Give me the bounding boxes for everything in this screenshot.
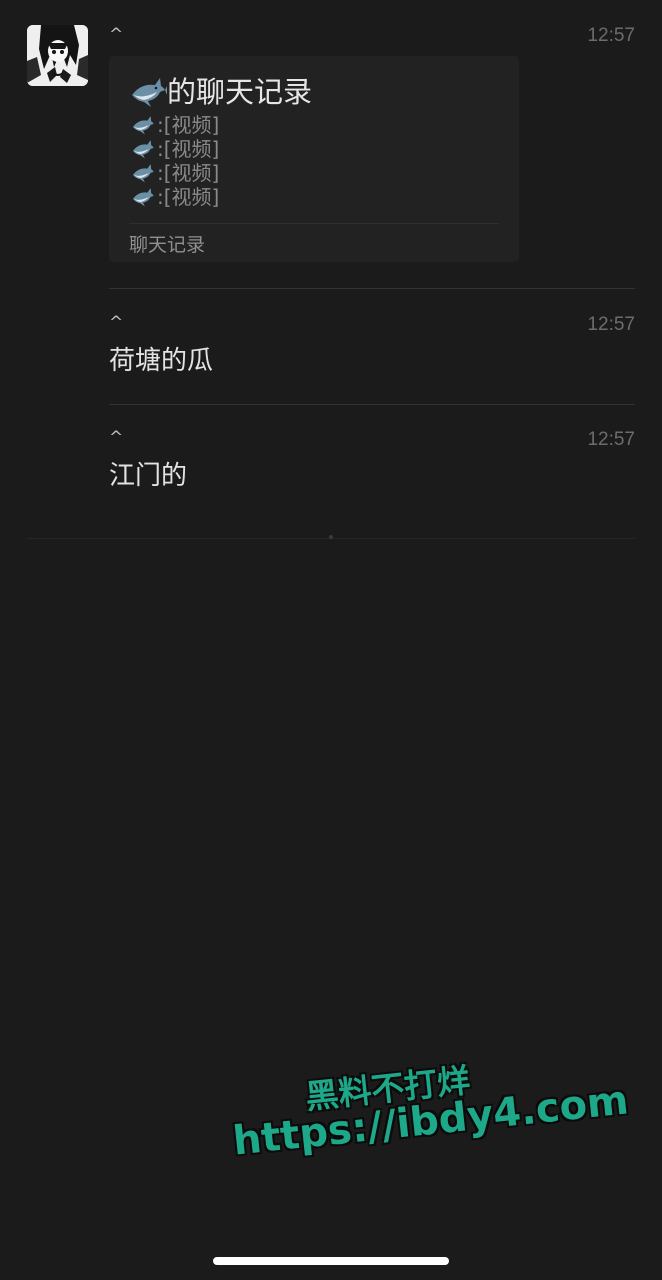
shark-icon bbox=[132, 140, 154, 159]
sender-avatar[interactable] bbox=[27, 25, 88, 86]
message-time: 12:57 bbox=[587, 429, 635, 450]
card-line-2: :[视频] bbox=[129, 137, 219, 161]
card-line-text: :[视频] bbox=[157, 137, 220, 161]
message-text: 荷塘的瓜 bbox=[109, 346, 214, 376]
shark-icon bbox=[132, 78, 167, 107]
card-title-text: 的聊天记录 bbox=[167, 75, 313, 109]
card-line-3: :[视频] bbox=[129, 161, 219, 185]
caret-icon: ^ bbox=[109, 313, 124, 333]
message-3[interactable]: ^ 12:57 江门的 bbox=[109, 428, 635, 498]
card-line-text: :[视频] bbox=[157, 161, 220, 185]
message-text: 江门的 bbox=[109, 461, 188, 491]
message-separator bbox=[109, 288, 635, 289]
card-line-4: :[视频] bbox=[129, 185, 219, 209]
card-line-text: :[视频] bbox=[157, 185, 220, 209]
card-divider bbox=[129, 223, 499, 224]
shark-icon bbox=[132, 188, 154, 207]
card-footer: 聊天记录 bbox=[129, 234, 206, 256]
home-indicator[interactable] bbox=[213, 1257, 449, 1265]
list-end-dot bbox=[329, 535, 333, 539]
message-time: 12:57 bbox=[587, 25, 635, 46]
card-line-text: :[视频] bbox=[157, 113, 220, 137]
caret-icon: ^ bbox=[109, 25, 124, 45]
shark-icon bbox=[132, 164, 154, 183]
message-2[interactable]: ^ 12:57 荷塘的瓜 bbox=[109, 313, 635, 383]
chat-history-page: ^ 12:57 的聊天记录 :[视频] :[视频]:[视频]:[视频] 聊天… bbox=[0, 0, 662, 1280]
message-separator bbox=[109, 404, 635, 405]
shark-icon bbox=[132, 116, 154, 135]
card-line-1: :[视频] bbox=[129, 113, 219, 137]
chat-record-card[interactable]: 的聊天记录 :[视频] :[视频] :[视频]:[视频] 聊天记录 bbox=[109, 56, 519, 262]
message-header-1: ^ 12:57 bbox=[109, 25, 635, 46]
caret-icon: ^ bbox=[109, 428, 124, 448]
anime-avatar-image bbox=[27, 25, 88, 86]
card-title: 的聊天记录 bbox=[129, 72, 312, 112]
message-time: 12:57 bbox=[587, 314, 635, 335]
